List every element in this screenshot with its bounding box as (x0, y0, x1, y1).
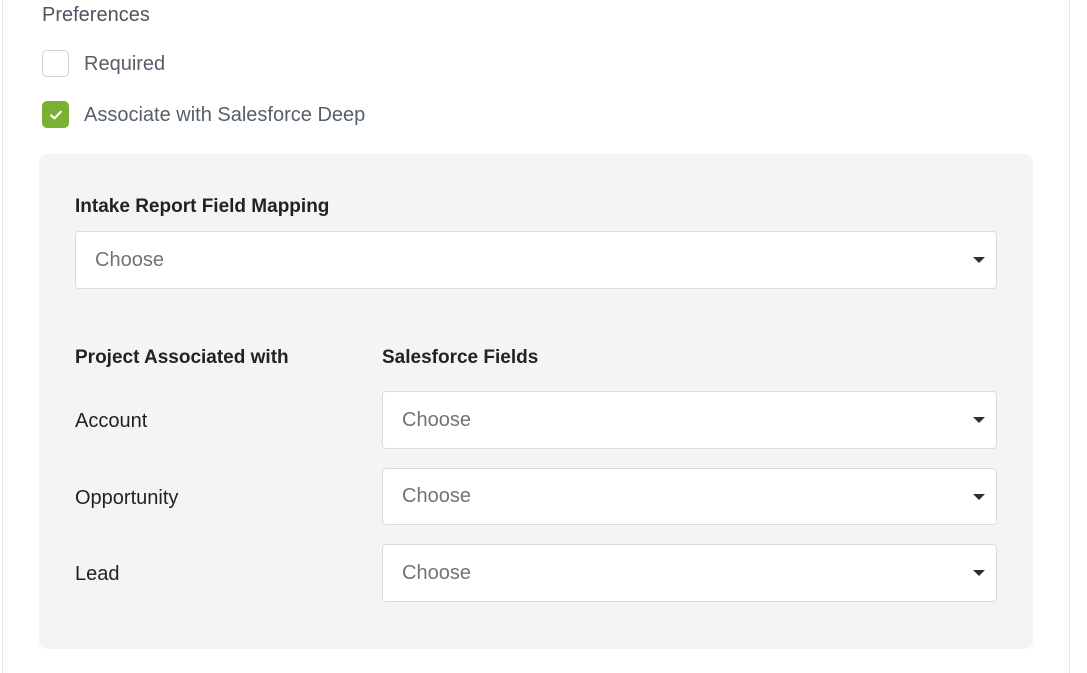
row-label-opportunity: Opportunity (75, 487, 179, 509)
associate-salesforce-checkbox-row[interactable]: Associate with Salesforce Deep (42, 101, 365, 128)
chevron-down-icon (973, 570, 985, 576)
associate-salesforce-label[interactable]: Associate with Salesforce Deep (84, 102, 365, 128)
account-salesforce-select[interactable]: Choose (382, 391, 997, 449)
project-associated-heading: Project Associated with (75, 347, 289, 368)
salesforce-fields-heading: Salesforce Fields (382, 347, 539, 368)
chevron-down-icon (973, 257, 985, 263)
chevron-down-icon (973, 417, 985, 423)
opportunity-salesforce-select[interactable]: Choose (382, 468, 997, 525)
lead-salesforce-select[interactable]: Choose (382, 544, 997, 602)
account-select-value: Choose (402, 408, 471, 431)
chevron-down-icon (973, 493, 985, 500)
salesforce-mapping-panel: Intake Report Field Mapping Choose Proje… (39, 154, 1033, 649)
required-checkbox[interactable] (42, 50, 69, 77)
opportunity-select-value: Choose (402, 485, 471, 507)
lead-select-value: Choose (402, 561, 471, 584)
associate-salesforce-checkbox[interactable] (42, 101, 69, 128)
intake-report-select[interactable]: Choose (75, 231, 997, 289)
row-label-lead: Lead (75, 563, 120, 585)
required-label[interactable]: Required (84, 51, 165, 77)
preferences-title: Preferences (42, 4, 150, 26)
intake-report-select-value: Choose (95, 248, 164, 271)
row-label-account: Account (75, 410, 148, 432)
required-checkbox-row[interactable]: Required (42, 50, 165, 77)
intake-report-heading: Intake Report Field Mapping (75, 196, 330, 217)
checkmark-icon (49, 110, 62, 119)
